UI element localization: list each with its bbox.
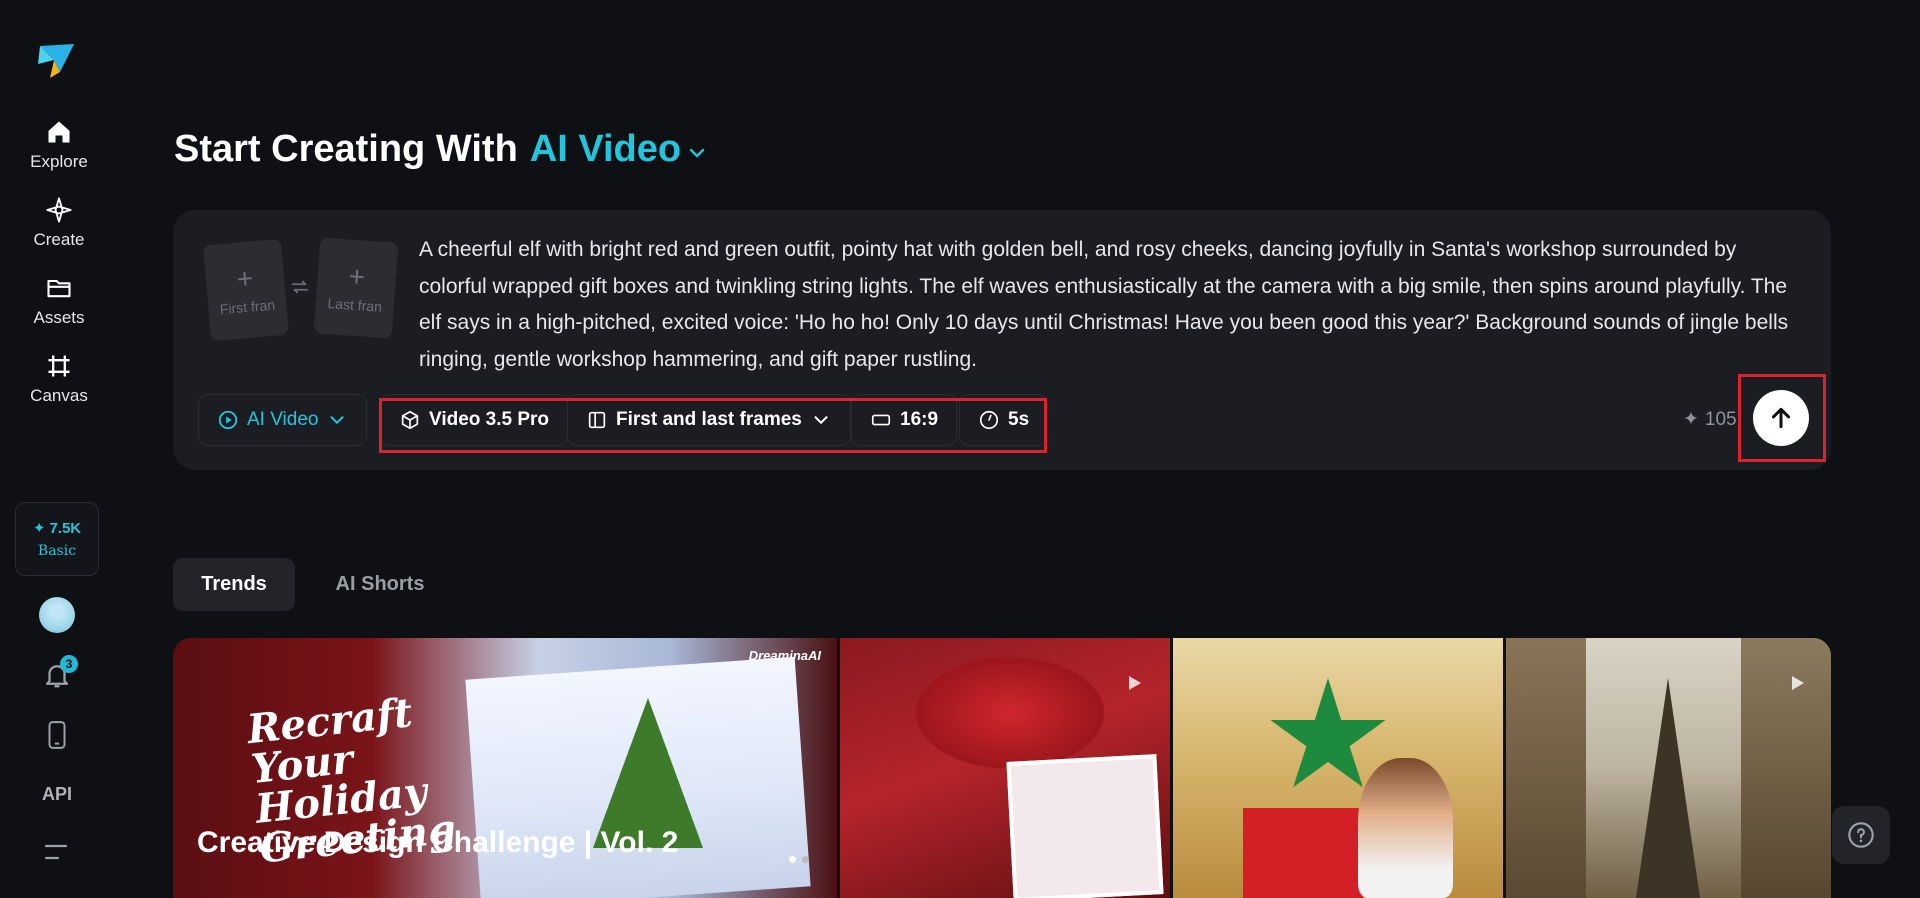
credits-value-row: ✦ 7.5K xyxy=(32,519,82,538)
last-frame-label: Last fran xyxy=(327,295,383,315)
play-icon xyxy=(1129,676,1141,690)
mode-dropdown[interactable]: AI Video xyxy=(530,128,709,171)
model-select[interactable]: Video 3.5 Pro xyxy=(380,394,569,446)
aspect-ratio-label: 16:9 xyxy=(900,409,939,430)
page-title: Start Creating With AI Video xyxy=(174,128,709,171)
avatar[interactable] xyxy=(39,597,75,633)
generate-button[interactable] xyxy=(1753,390,1809,446)
first-frame-label: First fran xyxy=(219,296,276,318)
swap-icon[interactable] xyxy=(289,276,311,298)
plus-icon: + xyxy=(235,262,255,295)
folder-icon xyxy=(47,279,71,298)
building-graphic xyxy=(1741,638,1831,898)
sidebar-item-assets[interactable]: Assets xyxy=(0,274,118,344)
dreamina-logo-icon[interactable] xyxy=(36,38,78,80)
generation-mode-select[interactable]: AI Video xyxy=(198,394,368,446)
plan-label: Basic xyxy=(37,543,77,559)
play-icon xyxy=(1792,676,1804,690)
person-graphic xyxy=(1358,758,1453,898)
sparkle-icon xyxy=(46,197,72,223)
sidebar-item-label: Canvas xyxy=(30,386,88,405)
prompt-card: + First fran + Last fran A cheerful elf … xyxy=(173,210,1831,470)
frames-mode-select[interactable]: First and last frames xyxy=(567,394,851,446)
plus-icon: + xyxy=(347,260,367,293)
model-label: Video 3.5 Pro xyxy=(429,409,550,430)
aspect-ratio-select[interactable]: 16:9 xyxy=(851,394,958,446)
banner-headline: Creative Design Challenge | Vol. 2 xyxy=(197,826,679,859)
aspect-ratio-icon xyxy=(871,414,891,426)
sidebar-item-label: Explore xyxy=(30,152,88,171)
eiffel-tower-graphic xyxy=(1636,678,1700,898)
building-graphic xyxy=(1506,638,1586,898)
cube-icon xyxy=(401,410,419,430)
mobile-app-icon[interactable] xyxy=(44,720,70,750)
credit-cost: ✦ 105 xyxy=(1683,408,1737,431)
tab-ai-shorts[interactable]: AI Shorts xyxy=(318,558,442,611)
sidebar-item-label: Assets xyxy=(33,308,85,327)
last-frame-upload[interactable]: + Last fran xyxy=(313,237,399,339)
frames-icon xyxy=(588,411,606,429)
credit-sparkle-icon: ✦ xyxy=(32,520,46,537)
notification-badge: 3 xyxy=(60,655,78,673)
help-button[interactable] xyxy=(1832,806,1890,864)
credits-badge[interactable]: ✦ 7.5K Basic xyxy=(15,502,99,576)
credit-sparkle-icon: ✦ xyxy=(1683,409,1699,430)
carousel-dots[interactable] xyxy=(789,856,809,863)
featured-banner[interactable]: Recraft Your Holiday Greeting DreaminaAI… xyxy=(173,638,837,898)
canvas-icon xyxy=(48,355,70,377)
page-title-prefix: Start Creating With xyxy=(174,128,518,170)
gallery-item[interactable] xyxy=(1173,638,1503,898)
credits-value: 7.5K xyxy=(49,519,82,537)
menu-icon[interactable] xyxy=(44,842,70,862)
home-icon xyxy=(48,121,70,143)
mode-dropdown-label: AI Video xyxy=(529,128,682,170)
clock-icon xyxy=(979,410,999,430)
duration-label: 5s xyxy=(1008,409,1030,430)
tab-trends[interactable]: Trends xyxy=(173,558,295,611)
frames-mode-label: First and last frames xyxy=(616,409,802,430)
sidebar-item-canvas[interactable]: Canvas xyxy=(0,352,118,422)
video-play-icon xyxy=(218,410,238,430)
arrow-up-icon xyxy=(1771,407,1791,429)
carousel-dot[interactable] xyxy=(789,856,796,863)
sidebar-item-label: Create xyxy=(33,230,85,249)
api-link[interactable]: API xyxy=(42,784,72,805)
poster-graphic xyxy=(1006,754,1164,898)
first-frame-upload[interactable]: + First fran xyxy=(202,238,290,342)
question-icon xyxy=(1848,822,1874,848)
gallery-item[interactable] xyxy=(840,638,1170,898)
gift-box-graphic xyxy=(1243,808,1363,898)
generation-mode-label: AI Video xyxy=(247,409,319,430)
prompt-input[interactable]: A cheerful elf with bright red and green… xyxy=(419,232,1809,378)
chevron-down-icon xyxy=(814,416,828,425)
sidebar-item-create[interactable]: Create xyxy=(0,196,118,266)
chevron-down-icon xyxy=(330,416,344,425)
sidebar-item-explore[interactable]: Explore xyxy=(0,118,118,188)
credit-cost-value: 105 xyxy=(1704,408,1737,430)
sidebar: Explore Create Assets Canvas ✦ 7.5K Basi… xyxy=(0,0,118,898)
gallery-item[interactable] xyxy=(1506,638,1831,898)
carousel-dot[interactable] xyxy=(802,856,809,863)
brand-watermark: DreaminaAI xyxy=(748,648,821,663)
duration-select[interactable]: 5s xyxy=(959,394,1049,446)
chevron-down-icon xyxy=(689,148,705,158)
